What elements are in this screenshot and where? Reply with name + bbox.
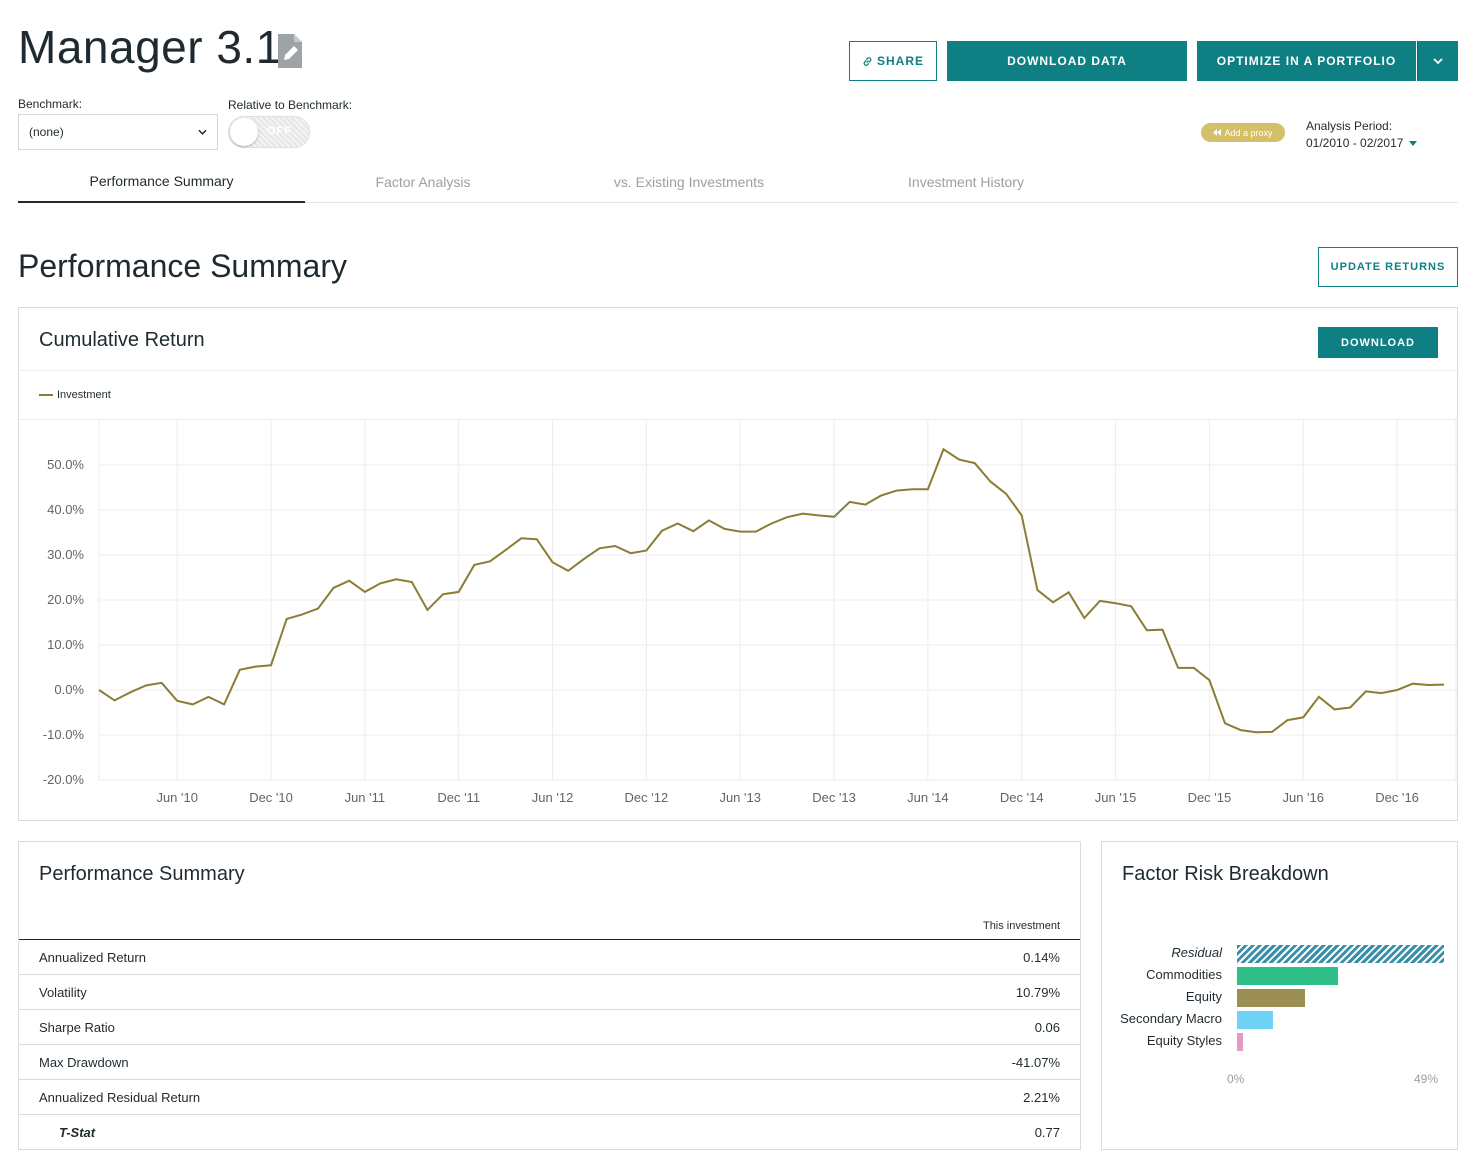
tab-vs-existing-investments[interactable]: vs. Existing Investments — [541, 160, 837, 203]
legend-label: Investment — [57, 389, 111, 401]
factor-label: Equity — [1185, 989, 1222, 1004]
x-tick-label: Jun '12 — [532, 790, 574, 805]
row-label: Sharpe Ratio — [39, 1020, 115, 1035]
table-row: Volatility 10.79% — [19, 975, 1080, 1010]
y-tick-label: 10.0% — [47, 637, 84, 652]
x-tick-label: Jun '11 — [345, 790, 386, 805]
back-arrow-icon — [1213, 129, 1222, 136]
row-value: 0.06 — [1034, 1020, 1060, 1035]
table-column-header: This investment — [982, 920, 1060, 932]
row-value: 0.77 — [1034, 1125, 1060, 1140]
factor-axis-max: 49% — [1414, 1072, 1439, 1086]
table-row: Sharpe Ratio 0.06 — [19, 1010, 1080, 1045]
toggle-state-text: OFF — [267, 125, 292, 137]
y-tick-label: 30.0% — [47, 547, 84, 562]
cumulative-return-chart[interactable]: -20.0% -10.0% 0.0% 10.0% 20.0% 30.0% 40.0% 50.0… — [19, 420, 1457, 820]
chart-x-axis: Jun '10 Dec '10 Jun '11 Dec '11 Jun '12 Dec '… — [156, 790, 1418, 805]
chevron-down-icon — [198, 129, 207, 135]
row-value: -41.07% — [1011, 1055, 1060, 1070]
share-button[interactable]: SHARE — [849, 41, 937, 81]
factor-label: Secondary Macro — [1120, 1011, 1222, 1026]
analysis-period-selector[interactable]: 01/2010 - 02/2017 — [1306, 136, 1418, 150]
relative-benchmark-toggle[interactable]: OFF — [228, 116, 310, 148]
x-tick-label: Jun '15 — [1095, 790, 1137, 805]
y-tick-label: 40.0% — [47, 502, 84, 517]
row-label: Annualized Return — [39, 950, 146, 965]
x-tick-label: Dec '10 — [249, 790, 293, 805]
chevron-down-icon — [1433, 58, 1443, 64]
x-tick-label: Dec '14 — [1000, 790, 1044, 805]
optimize-portfolio-button[interactable]: OPTIMIZE IN A PORTFOLIO — [1197, 41, 1416, 81]
update-returns-button[interactable]: UPDATE RETURNS — [1318, 247, 1458, 287]
performance-table-title: Performance Summary — [39, 863, 245, 885]
x-tick-label: Dec '16 — [1375, 790, 1419, 805]
analysis-period-value: 01/2010 - 02/2017 — [1306, 136, 1404, 150]
chart-y-axis: -20.0% -10.0% 0.0% 10.0% 20.0% 30.0% 40.0% 50.0… — [43, 457, 85, 787]
chart-download-button[interactable]: DOWNLOAD — [1318, 327, 1438, 358]
factor-bar[interactable] — [1237, 989, 1305, 1007]
factor-label: Equity Styles — [1146, 1033, 1222, 1048]
y-tick-label: 0.0% — [54, 682, 84, 697]
edit-document-icon[interactable] — [276, 32, 304, 70]
x-tick-label: Jun '10 — [156, 790, 198, 805]
x-tick-label: Jun '14 — [907, 790, 949, 805]
chart-header-divider — [19, 370, 1457, 371]
row-label: Volatility — [39, 985, 87, 1000]
chart-legend[interactable]: Investment — [39, 389, 111, 401]
y-tick-label: 50.0% — [47, 457, 84, 472]
toggle-knob — [230, 118, 258, 146]
section-title: Performance Summary — [18, 248, 347, 284]
caret-down-icon — [1409, 140, 1418, 146]
add-proxy-label: Add a proxy — [1224, 127, 1273, 138]
table-row: Annualized Residual Return 2.21% — [19, 1080, 1080, 1115]
x-tick-label: Dec '12 — [625, 790, 669, 805]
row-value: 10.79% — [1015, 985, 1060, 1000]
table-row: Max Drawdown -41.07% — [19, 1045, 1080, 1080]
benchmark-select[interactable]: (none) — [18, 114, 218, 150]
table-row: Annualized Return 0.14% — [19, 940, 1080, 975]
factor-bar[interactable] — [1237, 945, 1444, 963]
factor-label: Commodities — [1146, 967, 1222, 982]
factor-risk-title: Factor Risk Breakdown — [1122, 863, 1329, 885]
optimize-dropdown-button[interactable] — [1417, 41, 1458, 81]
factor-bar[interactable] — [1237, 967, 1339, 985]
y-tick-label: 20.0% — [47, 592, 84, 607]
x-tick-label: Jun '16 — [1282, 790, 1324, 805]
add-proxy-button[interactable]: Add a proxy — [1201, 123, 1285, 142]
x-tick-label: Dec '13 — [812, 790, 856, 805]
y-tick-label: -10.0% — [43, 727, 85, 742]
x-tick-label: Dec '11 — [437, 790, 480, 805]
x-tick-label: Jun '13 — [719, 790, 761, 805]
link-icon — [863, 56, 872, 66]
tab-factor-analysis[interactable]: Factor Analysis — [305, 160, 541, 203]
analysis-period-label: Analysis Period: — [1306, 119, 1393, 133]
factor-bar[interactable] — [1237, 1033, 1244, 1051]
row-value: 0.14% — [1023, 950, 1060, 965]
benchmark-value: (none) — [29, 125, 64, 139]
table-row: T-Stat 0.77 — [19, 1115, 1080, 1150]
row-label: Annualized Residual Return — [39, 1090, 201, 1105]
x-tick-label: Dec '15 — [1188, 790, 1232, 805]
legend-swatch — [39, 394, 53, 396]
page-title: Manager 3.1 — [18, 21, 282, 73]
row-label: Max Drawdown — [39, 1055, 129, 1070]
row-label: T-Stat — [59, 1125, 96, 1140]
relative-to-benchmark-label: Relative to Benchmark: — [228, 98, 353, 112]
download-data-button[interactable]: DOWNLOAD DATA — [947, 41, 1187, 81]
share-label: SHARE — [876, 54, 924, 68]
y-tick-label: -20.0% — [43, 772, 85, 787]
benchmark-label: Benchmark: — [18, 97, 83, 111]
chart-title: Cumulative Return — [39, 329, 205, 351]
row-value: 2.21% — [1023, 1090, 1060, 1105]
factor-bar[interactable] — [1237, 1011, 1273, 1029]
factor-label: Residual — [1171, 945, 1222, 960]
factor-axis-min: 0% — [1227, 1072, 1245, 1086]
tab-performance-summary[interactable]: Performance Summary — [18, 160, 305, 203]
tab-investment-history[interactable]: Investment History — [837, 160, 1095, 203]
